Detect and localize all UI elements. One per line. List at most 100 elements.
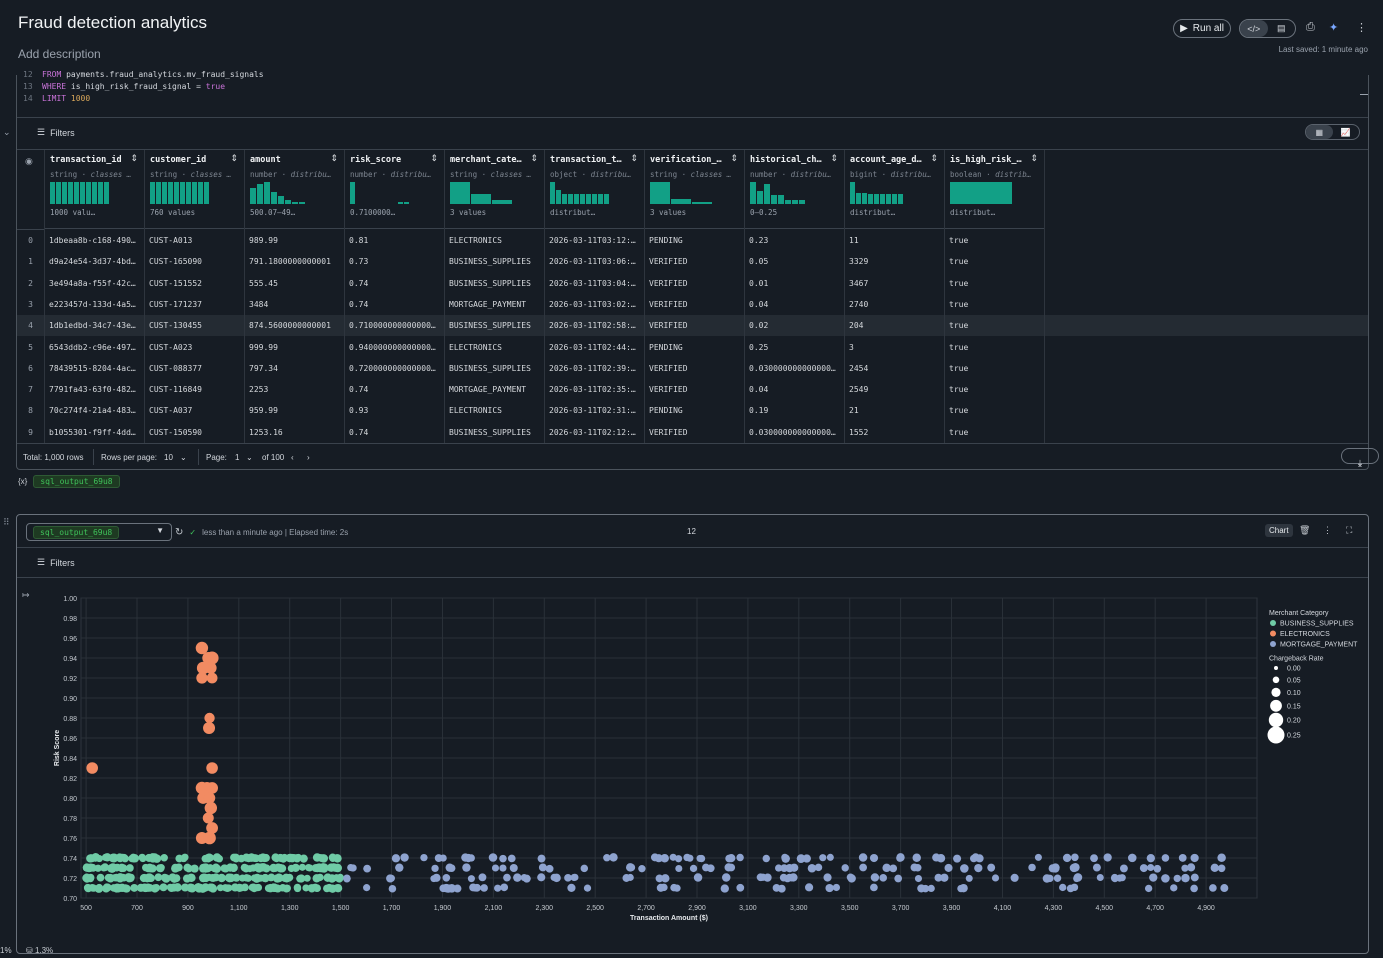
- data-point-mortgage_payment: [650, 853, 659, 862]
- data-point-electronics: [196, 672, 208, 684]
- data-point-business_supplies: [332, 874, 341, 882]
- table-view-icon[interactable]: ▦: [1306, 125, 1333, 139]
- legend-title: Merchant Category: [1269, 610, 1329, 617]
- data-source-select[interactable]: sql_output_69u8 ▼: [26, 523, 172, 541]
- sort-icon[interactable]: ⇕: [830, 153, 838, 164]
- data-point-mortgage_payment: [896, 853, 905, 862]
- x-axis-label: Transaction Amount ($): [630, 915, 708, 922]
- y-axis-label: Risk Score: [54, 730, 61, 766]
- column-header[interactable]: transaction_t… ⇕ object · distribu… distrib…: [545, 150, 644, 229]
- chevron-down-icon[interactable]: ⌄: [180, 453, 187, 462]
- separator: ·: [677, 170, 691, 179]
- notebook-title[interactable]: Fraud detection analytics: [18, 13, 207, 33]
- refresh-icon[interactable]: ↻: [175, 527, 183, 538]
- column-header[interactable]: verification_… ⇕ string · classes … 3 value…: [645, 150, 744, 229]
- download-button[interactable]: ⤓ ⌄: [1341, 448, 1379, 468]
- data-point-mortgage_payment: [1050, 863, 1059, 872]
- output-variable-tag[interactable]: sql_output_69u8: [33, 475, 120, 488]
- chart-view-icon[interactable]: 📈: [1333, 125, 1360, 139]
- data-point-mortgage_payment: [841, 864, 849, 872]
- column-header[interactable]: historical_ch… ⇕ number · distribu… 0–0.25: [745, 150, 844, 229]
- sort-icon[interactable]: ⇕: [1030, 153, 1038, 164]
- data-point-mortgage_payment: [507, 854, 516, 863]
- row-index: 5: [28, 342, 33, 352]
- notebook-description[interactable]: Add description: [18, 47, 101, 61]
- data-point-electronics: [202, 812, 214, 824]
- data-point-business_supplies: [103, 853, 112, 862]
- page-select[interactable]: 1: [235, 453, 239, 462]
- chart-filters-button[interactable]: ☰ Filters: [37, 557, 75, 568]
- data-source-tag: sql_output_69u8: [33, 525, 120, 539]
- sort-icon[interactable]: ⇕: [630, 153, 638, 164]
- sort-icon[interactable]: ⇕: [130, 153, 138, 164]
- data-point-mortgage_payment: [509, 863, 518, 873]
- next-page-icon[interactable]: ›: [307, 453, 310, 462]
- rows-per-page-select[interactable]: 10: [164, 453, 173, 462]
- histogram-bar: [50, 182, 55, 204]
- data-point-electronics: [195, 641, 209, 655]
- chevron-down-icon[interactable]: ⌄: [246, 453, 253, 462]
- divider: [198, 449, 199, 465]
- histogram-bar: [250, 187, 256, 204]
- column-header[interactable]: customer_id ⇕ string · classes … 760 values: [145, 150, 244, 229]
- x-tick-label: 500: [80, 905, 92, 912]
- column-histogram: [950, 182, 1039, 204]
- x-tick-label: 3,100: [739, 905, 757, 912]
- sort-icon[interactable]: ⇕: [430, 153, 438, 164]
- column-header[interactable]: amount ⇕ number · distribu… 500.07–49…: [245, 150, 344, 229]
- data-point-business_supplies: [127, 873, 135, 881]
- data-point-business_supplies: [262, 875, 270, 883]
- data-point-mortgage_payment: [879, 874, 887, 882]
- column-type-name: string: [150, 170, 178, 179]
- column-header[interactable]: transaction_id ⇕ string · classes … 1000 va…: [45, 150, 144, 229]
- data-point-mortgage_payment: [513, 873, 522, 882]
- size-legend-label: 0.15: [1287, 703, 1301, 710]
- fullscreen-icon[interactable]: ⛶: [1346, 525, 1352, 536]
- document-view-icon[interactable]: ▤: [1268, 20, 1296, 37]
- code-view-icon[interactable]: </>: [1240, 20, 1268, 37]
- y-tick-label: 0.70: [63, 896, 77, 903]
- data-point-mortgage_payment: [503, 873, 511, 882]
- size-legend-swatch: [1274, 666, 1278, 670]
- ai-assistant-icon[interactable]: ✦: [1329, 21, 1338, 34]
- column-type: string · classes …: [450, 170, 539, 179]
- separator: ·: [777, 170, 791, 179]
- row-index: 4: [28, 321, 33, 331]
- data-point-mortgage_payment: [882, 863, 891, 873]
- collapse-chevron-icon[interactable]: ⌄: [3, 127, 11, 138]
- prev-page-icon[interactable]: ‹: [291, 453, 294, 462]
- column-name: amount: [250, 155, 281, 165]
- sql-editor[interactable]: 12 FROM payments.fraud_analytics.mv_fraud…: [17, 69, 1368, 111]
- table-chart-toggle[interactable]: ▦ 📈: [1305, 124, 1360, 140]
- data-point-mortgage_payment: [1178, 854, 1187, 862]
- more-options-icon[interactable]: ⋮: [1323, 525, 1332, 536]
- column-header[interactable]: account_age_d… ⇕ bigint · distribu… distrib…: [845, 150, 944, 229]
- y-tick-label: 0.78: [63, 816, 77, 823]
- column-visibility-icon[interactable]: ◉: [25, 156, 33, 167]
- sort-icon[interactable]: ⇕: [930, 153, 938, 164]
- sort-icon[interactable]: ⇕: [730, 153, 738, 164]
- column-type: string · classes …: [150, 170, 239, 179]
- chart-cell: sql_output_69u8 ▼ ↻ ✓ less than a minute…: [16, 514, 1369, 954]
- data-point-business_supplies: [237, 854, 246, 863]
- filters-button[interactable]: ☰ Filters: [37, 127, 75, 138]
- column-header[interactable]: merchant_cate… ⇕ string · classes … 3 value…: [445, 150, 544, 229]
- view-mode-toggle[interactable]: </> ▤: [1239, 19, 1296, 38]
- data-point-mortgage_payment: [894, 874, 903, 883]
- histogram-bar: [568, 194, 573, 204]
- histogram-bar: [162, 182, 167, 204]
- sort-icon[interactable]: ⇕: [330, 153, 338, 164]
- histogram-bar: [62, 182, 67, 204]
- column-header[interactable]: is_high_risk_… ⇕ boolean · distrib… distrib…: [945, 150, 1044, 229]
- drag-handle-icon[interactable]: ⠿: [3, 517, 10, 528]
- chart-button[interactable]: Chart: [1265, 524, 1293, 537]
- run-all-button[interactable]: ▶ Run all: [1173, 19, 1231, 38]
- delete-icon[interactable]: 🗑: [1299, 525, 1310, 536]
- y-tick-label: 0.90: [63, 696, 77, 703]
- x-tick-label: 3,700: [892, 905, 910, 912]
- save-icon[interactable]: ⎙: [1306, 21, 1315, 34]
- sort-icon[interactable]: ⇕: [530, 153, 538, 164]
- sort-icon[interactable]: ⇕: [230, 153, 238, 164]
- more-options-icon[interactable]: ⋮: [1356, 21, 1367, 34]
- column-header[interactable]: risk_score ⇕ number · distribu… 0.7100000…: [345, 150, 444, 229]
